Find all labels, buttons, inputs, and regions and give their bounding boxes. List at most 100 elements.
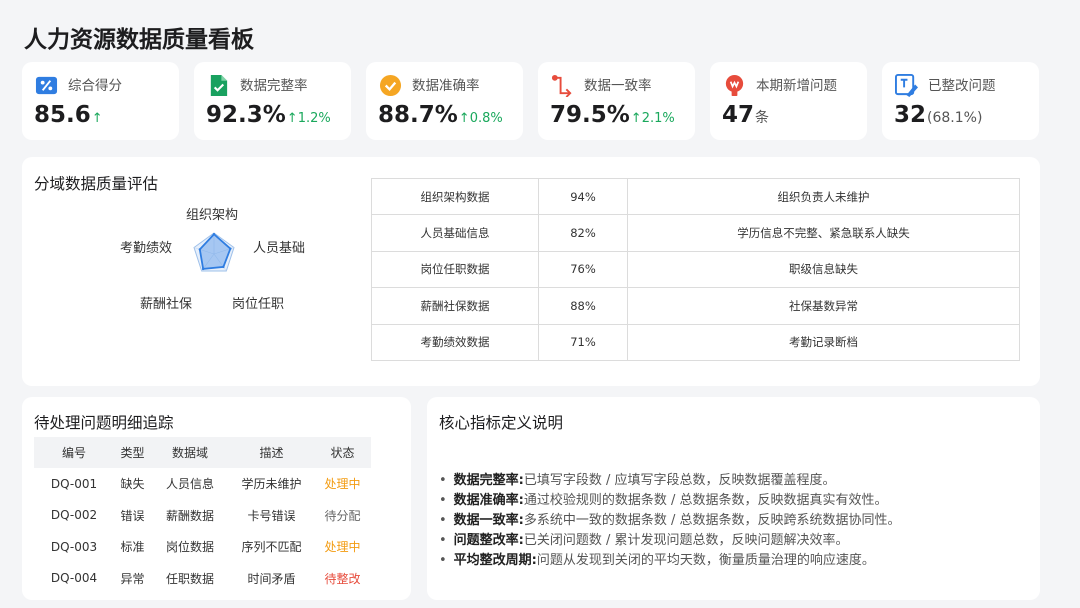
radar-point-2 (229, 247, 232, 250)
kpi-label: 已整改问题 (928, 78, 996, 94)
edit-doc-icon (895, 74, 918, 97)
domain-cell: 薪酬社保数据 (371, 287, 539, 325)
column-header: 数据域 (151, 437, 229, 468)
radar-axis-label: 组织架构 (186, 208, 239, 223)
issue-cell: 社保基数异常 (627, 287, 1020, 325)
kpi-value: 47条 (722, 102, 770, 128)
issue-id: DQ-001 (50, 476, 98, 491)
kpi-label: 数据一致率 (584, 78, 652, 94)
definition-term: 问题整改率: (453, 533, 524, 548)
issue-status: 待整改 (324, 571, 361, 586)
radar-point-1 (212, 233, 216, 236)
issue-id: DQ-002 (50, 508, 98, 523)
issue-status: 处理中 (324, 477, 361, 492)
kpi-value: 79.5%↑2.1% (550, 102, 675, 128)
definitions-list: 数据完整率:已填写字段数 / 应填写字段总数，反映数据覆盖程度。 数据准确率:通… (439, 471, 901, 571)
issue-cell: 职级信息缺失 (627, 250, 1020, 289)
definition-item: 数据完整率:已填写字段数 / 应填写字段总数，反映数据覆盖程度。 (439, 471, 901, 491)
domain-assessment-panel: 分域数据质量评估 组织架构 人员基础 岗位任职 薪酬社保 考勤绩效 组织架构数据… (22, 157, 1040, 386)
kpi-label: 数据完整率 (240, 78, 308, 94)
definition-term: 数据完整率: (453, 473, 524, 488)
kpi-delta: ↑0.8% (458, 111, 503, 126)
issue-cell: 考勤记录断档 (627, 323, 1020, 362)
table-row[interactable]: DQ-001 缺失 人员信息 学历未维护 处理中 (34, 468, 371, 500)
table-row: 人员基础信息 82% 学历信息不完整、紧急联系人缺失 (371, 214, 1020, 252)
kpi-value: 85.6↑ (34, 102, 103, 128)
section-title: 核心指标定义说明 (439, 414, 564, 432)
score-card-icon (35, 76, 58, 95)
issue-domain: 任职数据 (165, 571, 214, 586)
table-row: 组织架构数据 94% 组织负责人未维护 (371, 177, 1020, 216)
alert-bulb-icon (725, 74, 744, 97)
table-header-row: 编号 类型 数据域 描述 状态 (34, 437, 371, 468)
issue-id: DQ-003 (50, 539, 98, 554)
domain-cell: 组织架构数据 (371, 177, 539, 216)
radar-axis-label: 岗位任职 (232, 297, 285, 312)
check-circle-icon (379, 74, 402, 97)
definition-text: 已关闭问题数 / 累计发现问题总数，反映问题解决效率。 (523, 533, 849, 548)
kpi-unit: (68.1%) (927, 110, 983, 126)
section-title: 待处理问题明细追踪 (34, 414, 174, 432)
kpi-delta: ↑2.1% (630, 111, 675, 126)
kpi-card-accuracy[interactable]: 数据准确率 88.7%↑0.8% (366, 62, 523, 140)
score-cell: 76% (538, 250, 628, 289)
definition-text: 问题从发现到关闭的平均天数，衡量质量治理的响应速度。 (536, 553, 875, 568)
table-row: 薪酬社保数据 88% 社保基数异常 (371, 287, 1020, 325)
definitions-panel: 核心指标定义说明 数据完整率:已填写字段数 / 应填写字段总数，反映数据覆盖程度… (427, 397, 1040, 600)
table-row[interactable]: DQ-003 标准 岗位数据 序列不匹配 处理中 (34, 531, 371, 563)
flow-path-icon (551, 74, 572, 97)
issues-table: 编号 类型 数据域 描述 状态 DQ-001 缺失 人员信息 学历未维护 处理中… (34, 437, 371, 594)
definition-text: 通过校验规则的数据条数 / 总数据条数，反映数据真实有效性。 (523, 493, 888, 508)
definition-item: 数据一致率:多系统中一致的数据条数 / 总数据条数，反映跨系统数据协同性。 (439, 511, 901, 531)
kpi-card-fixed-issues[interactable]: 已整改问题 32(68.1%) (882, 62, 1039, 140)
kpi-label: 本期新增问题 (756, 78, 837, 94)
issue-status: 处理中 (324, 540, 361, 555)
issue-domain: 薪酬数据 (165, 508, 214, 523)
issue-desc: 卡号错误 (247, 508, 296, 523)
kpi-card-consistency[interactable]: 数据一致率 79.5%↑2.1% (538, 62, 695, 140)
definition-term: 数据准确率: (453, 493, 524, 508)
domain-cell: 人员基础信息 (371, 214, 539, 252)
radar-point-5 (198, 248, 202, 251)
column-header: 编号 (34, 437, 114, 468)
page-title: 人力资源数据质量看板 (24, 27, 254, 53)
radar-axis-label: 人员基础 (253, 241, 306, 256)
issue-domain: 岗位数据 (165, 540, 214, 555)
kpi-delta: ↑ (91, 111, 103, 126)
issue-desc: 学历未维护 (241, 477, 302, 492)
table-row: 考勤绩效数据 71% 考勤记录断档 (371, 323, 1020, 362)
definition-text: 已填写字段数 / 应填写字段总数，反映数据覆盖程度。 (523, 473, 836, 488)
score-cell: 82% (538, 214, 628, 252)
definition-term: 数据一致率: (453, 513, 524, 528)
definition-item: 问题整改率:已关闭问题数 / 累计发现问题总数，反映问题解决效率。 (439, 531, 901, 551)
score-cell: 88% (538, 287, 628, 325)
issue-type: 异常 (120, 571, 145, 586)
radar-chart (193, 232, 235, 272)
radar-point-4 (201, 267, 205, 271)
kpi-delta: ↑1.2% (286, 111, 331, 126)
radar-point-3 (222, 265, 225, 269)
kpi-label: 数据准确率 (412, 78, 480, 94)
document-check-icon (210, 74, 228, 97)
section-title: 分域数据质量评估 (34, 175, 159, 193)
issue-desc: 时间矛盾 (247, 571, 296, 586)
domain-cell: 考勤绩效数据 (371, 323, 539, 362)
issue-cell: 学历信息不完整、紧急联系人缺失 (627, 214, 1020, 252)
radar-axis-label: 考勤绩效 (120, 241, 173, 256)
kpi-card-composite-score[interactable]: 综合得分 85.6↑ (22, 62, 179, 140)
kpi-unit: 条 (755, 110, 770, 126)
issue-id: DQ-004 (50, 571, 98, 586)
score-cell: 94% (538, 177, 628, 216)
kpi-card-completeness[interactable]: 数据完整率 92.3%↑1.2% (194, 62, 351, 140)
kpi-label: 综合得分 (68, 78, 122, 94)
kpi-card-new-issues[interactable]: 本期新增问题 47条 (710, 62, 867, 140)
table-row: 岗位任职数据 76% 职级信息缺失 (371, 250, 1020, 289)
table-row[interactable]: DQ-004 异常 任职数据 时间矛盾 待整改 (34, 563, 371, 595)
issue-type: 标准 (120, 540, 145, 555)
definition-term: 平均整改周期: (453, 553, 537, 568)
table-row[interactable]: DQ-002 错误 薪酬数据 卡号错误 待分配 (34, 500, 371, 532)
column-header: 类型 (114, 437, 151, 468)
issue-type: 错误 (120, 508, 145, 523)
issue-type: 缺失 (120, 477, 145, 492)
definition-item: 数据准确率:通过校验规则的数据条数 / 总数据条数，反映数据真实有效性。 (439, 491, 901, 511)
